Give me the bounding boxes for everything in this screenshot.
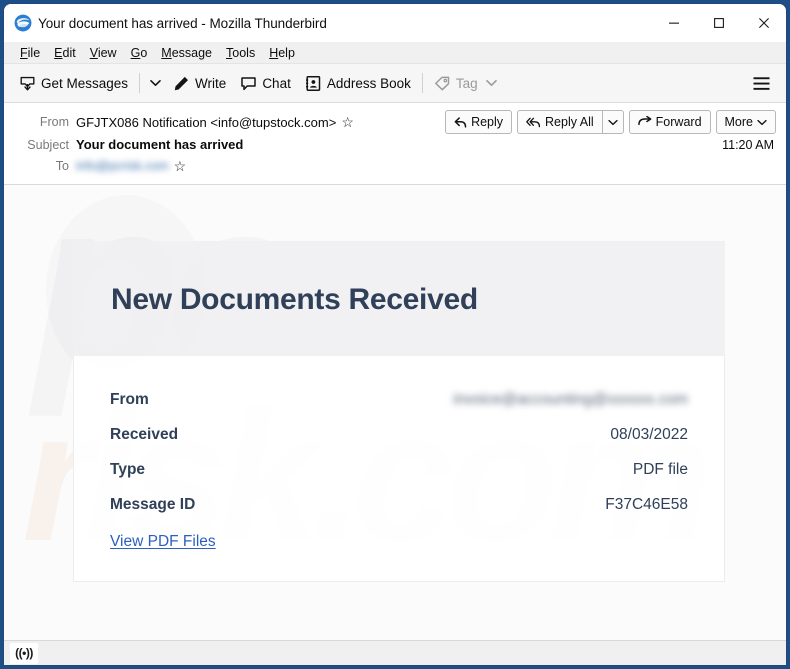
message-time: 11:20 AM [722,137,774,152]
menu-message[interactable]: Message [154,44,219,62]
detail-label-message-id: Message ID [110,495,196,513]
chevron-down-icon [608,119,618,125]
header-row-to: To info@pcrisk.com ☆ [14,155,776,176]
chevron-down-icon [757,119,767,125]
tag-button[interactable]: Tag [427,69,504,98]
close-icon [758,18,769,28]
toolbar-separator-2 [421,73,423,93]
network-activity-icon[interactable]: ((•)) [10,642,38,664]
email-card: New Documents Received From invoice@acco… [73,241,725,582]
thunderbird-logo-icon [14,14,32,32]
from-value[interactable]: GFJTX086 Notification <info@tupstock.com… [76,115,336,130]
get-messages-label: Get Messages [41,75,129,91]
tag-label: Tag [455,75,478,91]
detail-label-type: Type [110,460,146,478]
subject-label: Subject [27,137,69,152]
write-label: Write [195,75,227,91]
address-book-button[interactable]: Address Book [298,69,418,98]
maximize-button[interactable] [696,4,741,42]
window-title: Your document has arrived - Mozilla Thun… [38,15,327,31]
email-card-header: New Documents Received [73,241,725,356]
chevron-down-icon [485,80,497,86]
message-header-pane: From GFJTX086 Notification <info@tupstoc… [4,103,786,185]
detail-label-received: Received [110,425,179,443]
menu-edit[interactable]: Edit [47,44,83,62]
reply-arrow-icon [454,116,467,128]
minimize-button[interactable] [651,4,696,42]
to-value[interactable]: info@pcrisk.com [76,159,169,173]
status-bar: ((•)) [4,640,786,665]
main-toolbar: Get Messages Write Chat Address Book Tag [4,64,786,103]
detail-row-message-id: Message ID F37C46E58 [110,487,688,522]
view-pdf-files-link[interactable]: View PDF Files [110,533,216,551]
menu-tools[interactable]: Tools [219,44,262,62]
reply-all-label: Reply All [545,115,594,129]
message-actions: Reply Reply All Forward More [445,110,776,134]
toolbar-separator-1 [139,73,141,93]
forward-arrow-icon [637,115,652,125]
menu-file[interactable]: File [13,44,47,62]
more-label: More [724,115,753,129]
menu-view[interactable]: View [83,44,124,62]
address-book-icon [305,75,321,91]
star-outline-icon[interactable]: ☆ [341,115,354,129]
chat-button[interactable]: Chat [233,69,298,98]
detail-value-type: PDF file [632,460,688,478]
address-book-label: Address Book [326,75,411,91]
message-body-pane: pc risk.com New Documents Received From … [4,185,786,640]
hamburger-menu-icon [753,76,769,90]
chevron-down-icon [149,80,161,86]
subject-value: Your document has arrived [76,137,244,152]
reply-all-button[interactable]: Reply All [517,110,602,134]
from-value-wrap: GFJTX086 Notification <info@tupstock.com… [76,115,354,130]
detail-row-received: Received 08/03/2022 [110,417,688,452]
forward-button[interactable]: Forward [628,110,711,134]
download-mail-icon [20,76,35,90]
window-controls [651,4,786,42]
pencil-icon [174,76,189,90]
tag-icon [434,76,450,90]
minimize-icon [668,22,679,24]
email-heading: New Documents Received [111,283,478,316]
get-messages-dropdown[interactable] [144,69,166,98]
speech-bubble-icon [241,76,257,90]
forward-label: Forward [655,115,702,129]
get-messages-button[interactable]: Get Messages [12,69,135,98]
detail-row-from: From invoice@accounting@xxxxxx.com [110,382,688,417]
thunderbird-window: Your document has arrived - Mozilla Thun… [4,4,786,665]
reply-all-split-button: Reply All [517,110,624,134]
chat-label: Chat [262,75,291,91]
reply-all-dropdown[interactable] [601,110,624,134]
menu-help[interactable]: Help [262,44,302,62]
more-button[interactable]: More [715,110,776,134]
star-outline-icon[interactable]: ☆ [174,159,187,173]
detail-label-from: From [110,390,149,408]
detail-value-received: 08/03/2022 [610,425,688,443]
header-row-from: From GFJTX086 Notification <info@tupstoc… [14,110,776,134]
from-label: From [39,115,69,129]
to-value-wrap: info@pcrisk.com ☆ [76,159,186,173]
detail-value-from: invoice@accounting@xxxxxx.com [453,390,688,408]
app-menu-button[interactable] [746,69,776,98]
reply-label: Reply [471,115,504,129]
detail-row-type: Type PDF file [110,452,688,487]
maximize-icon [713,18,724,28]
header-row-subject: Subject Your document has arrived 11:20 … [14,134,776,155]
close-button[interactable] [741,4,786,42]
write-button[interactable]: Write [166,69,233,98]
menu-bar: File Edit View Go Message Tools Help [4,42,786,64]
menu-go[interactable]: Go [124,44,155,62]
title-bar: Your document has arrived - Mozilla Thun… [4,4,786,42]
to-label: To [55,158,69,173]
email-card-body: From invoice@accounting@xxxxxx.com Recei… [73,356,725,582]
reply-button[interactable]: Reply [445,110,513,134]
reply-all-arrow-icon [526,117,541,127]
detail-value-message-id: F37C46E58 [605,495,688,513]
